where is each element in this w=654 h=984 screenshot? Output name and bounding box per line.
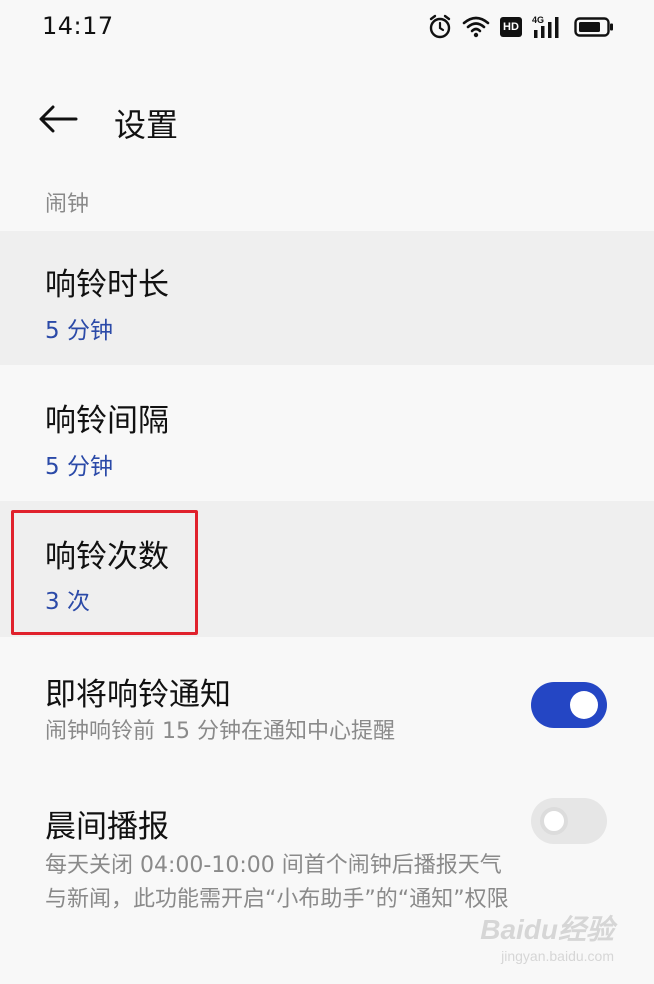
status-bar: 14:17 HD 4G [0,0,654,56]
page-title: 设置 [114,106,179,144]
toggle-knob [540,807,568,835]
hd-icon: HD [500,17,522,37]
section-label-alarm: 闹钟 [45,192,90,217]
setting-title: 响铃间隔 [45,403,169,439]
setting-upcoming-ring-notification: 即将响铃通知 闹钟响铃前 15 分钟在通知中心提醒 [0,637,654,765]
setting-title: 晨间播报 [45,809,169,845]
header: 设置 [0,86,654,156]
setting-ring-duration[interactable]: 响铃时长 5 分钟 [0,231,654,365]
watermark: Baidu经验 jingyan.baidu.com [480,908,614,964]
watermark-logo: Baidu经验 [480,914,614,945]
setting-ring-interval[interactable]: 响铃间隔 5 分钟 [0,365,654,501]
back-arrow-icon [38,104,78,138]
setting-title: 即将响铃通知 [45,677,231,713]
status-time: 14:17 [42,12,114,40]
setting-description: 每天关闭 04:00-10:00 间首个闹钟后播报天气与新闻，此功能需开启“小布… [45,853,509,912]
highlight-annotation [11,510,198,635]
svg-text:4G: 4G [532,15,544,25]
morning-broadcast-toggle[interactable] [531,798,607,844]
watermark-url: jingyan.baidu.com [501,948,614,964]
setting-value: 5 分钟 [45,318,113,344]
signal-4g-icon: 4G [532,14,564,40]
status-icons: HD 4G [428,14,614,40]
wifi-icon [462,16,490,38]
setting-title: 响铃时长 [45,267,169,303]
setting-value: 5 分钟 [45,454,113,480]
alarm-icon [428,14,452,40]
setting-description: 闹钟响铃前 15 分钟在通知中心提醒 [45,719,395,744]
upcoming-notification-toggle[interactable] [531,682,607,728]
toggle-knob [570,691,598,719]
back-button[interactable] [30,96,86,146]
battery-icon [574,16,614,38]
